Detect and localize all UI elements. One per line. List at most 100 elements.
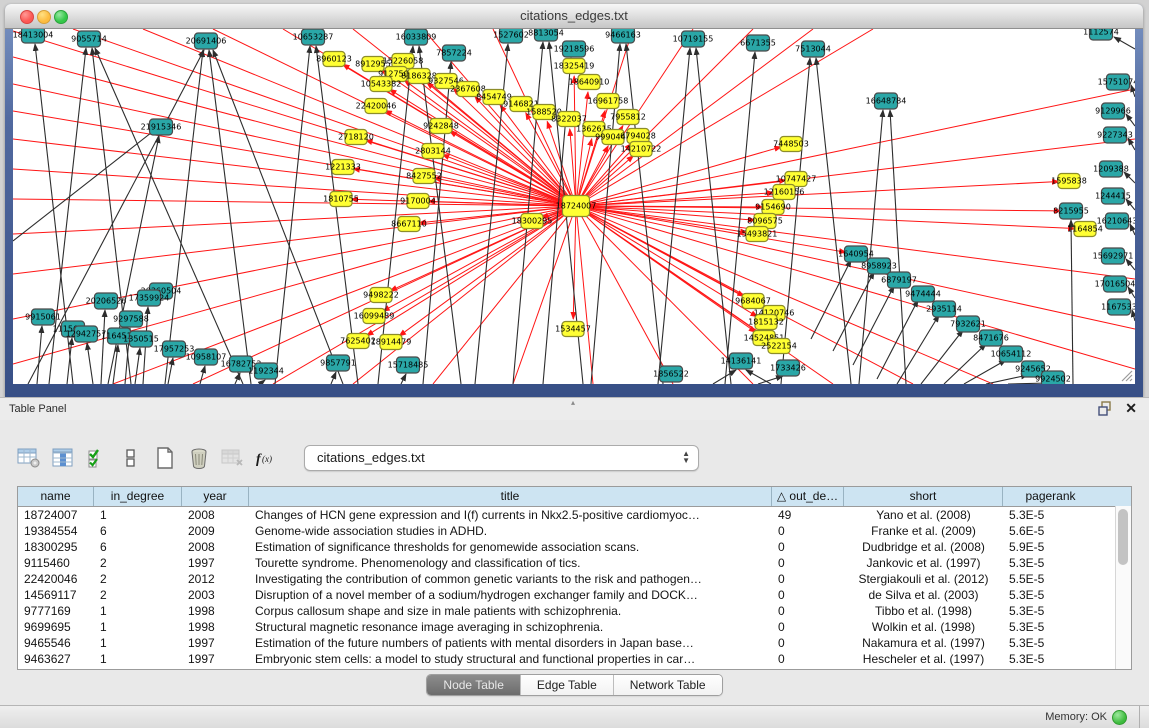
column-header-year[interactable]: year xyxy=(182,487,249,506)
red-edge[interactable] xyxy=(576,206,1135,329)
graph-node[interactable]: 16099489 xyxy=(354,309,395,324)
black-edge[interactable] xyxy=(1126,259,1135,270)
graph-node[interactable]: 1167533 xyxy=(1101,299,1135,315)
black-edge[interactable] xyxy=(101,310,105,384)
red-edge[interactable] xyxy=(143,29,576,206)
black-edge[interactable] xyxy=(13,129,156,241)
black-edge[interactable] xyxy=(1126,114,1135,126)
table-row[interactable]: 977716911998Corpus callosum shape and si… xyxy=(18,603,1131,619)
table-row[interactable]: 2242004622012Investigating the contribut… xyxy=(18,571,1131,587)
graph-node[interactable]: 21915346 xyxy=(141,119,182,135)
graph-node[interactable]: 2935114 xyxy=(926,301,962,317)
graph-node[interactable]: 10719155 xyxy=(673,31,714,47)
column-header-in_degree[interactable]: in_degree xyxy=(94,487,182,506)
graph-node[interactable]: 9154690 xyxy=(755,200,791,215)
column-header-short[interactable]: short xyxy=(844,487,1003,506)
graph-node[interactable]: 1733426 xyxy=(770,360,806,376)
red-edge[interactable] xyxy=(576,206,1135,279)
close-panel-icon[interactable]: ✕ xyxy=(1125,400,1137,417)
graph-node[interactable]: 2718120 xyxy=(338,130,374,145)
column-header-pagerank[interactable]: pagerank xyxy=(1003,487,1098,506)
table-row[interactable]: 1938455462009Genome-wide association stu… xyxy=(18,523,1131,539)
red-edge[interactable] xyxy=(13,57,576,206)
graph-node[interactable]: 1595838 xyxy=(1051,174,1087,189)
graph-node[interactable]: 16961758 xyxy=(588,94,629,109)
black-edge[interactable] xyxy=(1126,199,1135,210)
black-edge[interactable] xyxy=(401,374,406,384)
black-edge[interactable] xyxy=(331,372,336,384)
black-edge[interactable] xyxy=(746,370,771,384)
graph-node[interactable]: 7857224 xyxy=(436,45,472,61)
black-edge[interactable] xyxy=(986,375,1028,384)
function-builder-button[interactable]: f(x) xyxy=(252,444,282,472)
black-edge[interactable] xyxy=(626,44,663,384)
black-edge[interactable] xyxy=(853,286,894,365)
black-edge[interactable] xyxy=(758,376,783,384)
table-row[interactable]: 969969511998Structural magnetic resonanc… xyxy=(18,619,1131,635)
graph-node[interactable]: 7513044 xyxy=(795,41,831,57)
black-edge[interactable] xyxy=(1128,287,1135,298)
red-edge[interactable] xyxy=(513,206,576,384)
table-selector-dropdown[interactable]: citations_edges.txt ▲▼ xyxy=(304,445,699,471)
black-edge[interactable] xyxy=(1124,172,1135,183)
graph-node[interactable]: 18413004 xyxy=(13,29,53,43)
black-edge[interactable] xyxy=(921,330,963,384)
set-values-button[interactable] xyxy=(82,444,112,472)
graph-node[interactable]: 10543382 xyxy=(361,77,402,92)
black-edge[interactable] xyxy=(1114,37,1135,49)
graph-node[interactable]: 9170004 xyxy=(400,194,436,209)
black-edge[interactable] xyxy=(260,380,265,384)
column-header-title[interactable]: title xyxy=(249,487,772,506)
black-edge[interactable] xyxy=(713,370,736,384)
graph-node[interactable]: 9297588 xyxy=(113,311,149,327)
graph-node[interactable]: 8960123 xyxy=(316,52,352,67)
citation-network-graph[interactable]: 1841300490557142069140610653287160338097… xyxy=(13,29,1135,384)
graph-node[interactable]: 12160156 xyxy=(764,185,805,200)
show-columns-button[interactable] xyxy=(48,444,78,472)
graph-node[interactable]: 1221333 xyxy=(325,160,361,175)
black-edge[interactable] xyxy=(135,348,140,384)
table-settings-button[interactable] xyxy=(14,444,44,472)
graph-node[interactable]: 22420046 xyxy=(356,99,397,114)
delete-column-button[interactable] xyxy=(184,444,214,472)
black-edge[interactable] xyxy=(658,48,690,384)
black-edge[interactable] xyxy=(1132,310,1135,321)
graph-node[interactable]: 18300295 xyxy=(512,214,553,229)
graph-node[interactable]: 7448503 xyxy=(773,137,809,152)
graph-node[interactable]: 10654112 xyxy=(991,346,1032,362)
graph-node[interactable]: 8215955 xyxy=(1053,203,1089,219)
clear-values-button[interactable] xyxy=(116,444,146,472)
black-edge[interactable] xyxy=(113,345,118,384)
table-row[interactable]: 1872400712008Changes of HCN gene express… xyxy=(18,507,1131,523)
graph-node[interactable]: 18914479 xyxy=(371,335,412,350)
graph-node[interactable]: 16648784 xyxy=(866,93,907,109)
graph-node[interactable]: 9227343 xyxy=(1097,127,1133,143)
red-edge[interactable] xyxy=(273,206,576,384)
black-edge[interactable] xyxy=(275,46,310,384)
split-divider-handle[interactable]: ▴ xyxy=(571,398,575,407)
window-titlebar[interactable]: citations_edges.txt xyxy=(5,4,1143,29)
resize-grip[interactable] xyxy=(1119,368,1133,382)
graph-node[interactable]: 1164854 xyxy=(1067,222,1103,237)
graph-node[interactable]: 14210722 xyxy=(621,142,662,157)
graph-node[interactable]: 18325419 xyxy=(554,59,595,74)
graph-node[interactable]: 15751074 xyxy=(1098,74,1135,90)
table-row[interactable]: 911546021997Tourette syndrome. Phenomeno… xyxy=(18,555,1131,571)
table-row[interactable]: 946554611997Estimation of the future num… xyxy=(18,635,1131,651)
graph-node[interactable]: 2522154 xyxy=(761,339,797,354)
red-edge[interactable] xyxy=(576,206,757,317)
black-edge[interactable] xyxy=(209,50,251,384)
graph-node[interactable]: 9857791 xyxy=(320,355,356,371)
table-scrollbar[interactable] xyxy=(1115,506,1131,669)
graph-node[interactable]: 10653287 xyxy=(293,29,334,45)
graph-node[interactable]: 7932621 xyxy=(950,316,986,332)
black-edge[interactable] xyxy=(200,366,205,384)
node-attribute-table[interactable]: namein_degreeyeartitle△ out_de…shortpage… xyxy=(17,486,1132,670)
red-edge[interactable] xyxy=(385,110,576,206)
tab-edge-table[interactable]: Edge Table xyxy=(521,675,614,695)
black-edge[interactable] xyxy=(1131,85,1135,97)
graph-node[interactable]: 7955812 xyxy=(610,110,646,125)
graph-node[interactable]: 19218596 xyxy=(554,41,595,57)
graph-node[interactable]: 1209388 xyxy=(1093,161,1129,177)
new-column-button[interactable] xyxy=(150,444,180,472)
